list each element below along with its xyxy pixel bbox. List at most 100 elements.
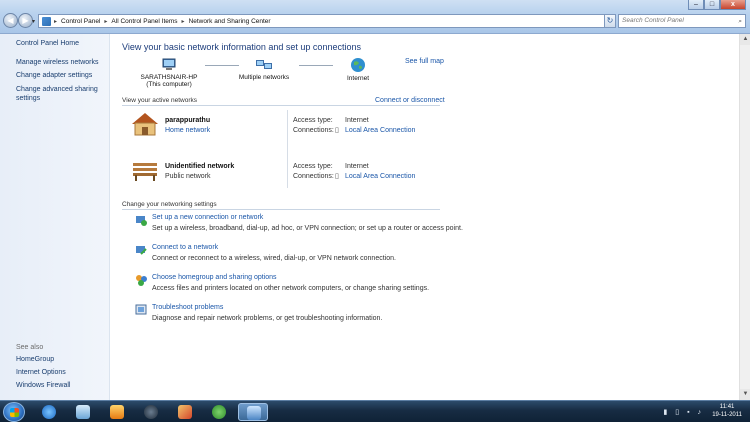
homegroup-icon: [136, 275, 147, 286]
divider: [287, 110, 288, 188]
setup-connection-link[interactable]: Set up a new connection or network: [152, 214, 263, 221]
folder-icon: [76, 405, 90, 419]
access-type-value: Internet: [345, 163, 369, 170]
map-this-computer[interactable]: SARATHSNAIR-HP (This computer): [133, 58, 205, 88]
access-type-label: Access type:: [293, 163, 333, 170]
control-panel-home-link[interactable]: Control Panel Home: [16, 40, 79, 47]
chevron-right-icon[interactable]: ▸: [182, 18, 185, 25]
breadcrumb-all-items[interactable]: All Control Panel Items: [111, 18, 177, 25]
control-panel-icon: [178, 405, 192, 419]
computer-icon: [162, 58, 176, 70]
hp-icon: [144, 405, 158, 419]
ethernet-icon: ▯: [335, 173, 339, 180]
settings-header: Change your networking settings: [122, 201, 217, 208]
media-player-icon: [110, 405, 124, 419]
task-description: Diagnose and repair network problems, or…: [152, 315, 383, 322]
taskbar-utorrent[interactable]: [204, 403, 234, 421]
utorrent-icon: [212, 405, 226, 419]
back-button[interactable]: ◀: [3, 13, 18, 28]
left-pane: Control Panel Home Manage wireless netwo…: [0, 34, 110, 400]
manage-wireless-link[interactable]: Manage wireless networks: [16, 59, 98, 66]
network-name: parappurathu: [165, 117, 211, 124]
main-content: View your basic network information and …: [111, 34, 739, 400]
forward-button[interactable]: ▶: [18, 13, 33, 28]
see-full-map-link[interactable]: See full map: [405, 58, 444, 65]
connect-disconnect-link[interactable]: Connect or disconnect: [375, 97, 445, 104]
control-panel-icon: [42, 16, 51, 26]
clock-date: 19-11-2011: [712, 412, 742, 418]
clock[interactable]: 11:41 19-11-2011: [712, 403, 742, 419]
breadcrumb-network-center[interactable]: Network and Sharing Center: [189, 18, 271, 25]
search-icon[interactable]: ⌕: [738, 16, 742, 28]
change-sharing-link[interactable]: Change advanced sharing settings: [16, 85, 106, 103]
access-type-value: Internet: [345, 117, 369, 124]
recent-pages-dropdown-icon[interactable]: ▾: [32, 18, 35, 25]
maximize-button[interactable]: □: [704, 0, 720, 10]
windows-firewall-link[interactable]: Windows Firewall: [16, 382, 70, 389]
troubleshoot-icon: [135, 304, 147, 315]
window-controls: – □ x: [688, 0, 746, 10]
taskbar: ▮ ▯ ▪ ♪ 11:41 19-11-2011: [0, 400, 750, 422]
taskbar-hp[interactable]: [136, 403, 166, 421]
address-bar[interactable]: ▸ Control Panel ▸ All Control Panel Item…: [38, 14, 608, 28]
chevron-right-icon[interactable]: ▸: [104, 18, 107, 25]
homegroup-options-link[interactable]: Choose homegroup and sharing options: [152, 274, 277, 281]
active-networks-header: View your active networks: [122, 97, 198, 104]
taskbar-network-center[interactable]: [238, 403, 268, 421]
search-placeholder: Search Control Panel: [622, 17, 684, 24]
computer-sub: (This computer): [146, 81, 192, 88]
chevron-right-icon[interactable]: ▸: [54, 18, 57, 25]
map-connector: [299, 65, 333, 66]
divider: [122, 209, 440, 210]
access-type-label: Access type:: [293, 117, 333, 124]
connect-network-link[interactable]: Connect to a network: [152, 244, 218, 251]
taskbar-internet-explorer[interactable]: [34, 403, 64, 421]
troubleshoot-link[interactable]: Troubleshoot problems: [152, 304, 223, 311]
internet-options-link[interactable]: Internet Options: [16, 369, 66, 376]
divider: [122, 105, 440, 106]
connections-label: Connections:: [293, 127, 334, 134]
vertical-scrollbar[interactable]: ▲ ▼: [739, 34, 750, 400]
connections-label: Connections:: [293, 173, 334, 180]
connect-network-icon: [136, 246, 147, 255]
system-tray-icons[interactable]: ▮ ▯ ▪ ♪: [663, 408, 704, 416]
clock-time: 11:41: [719, 404, 735, 410]
taskbar-media-player[interactable]: [102, 403, 132, 421]
taskbar-control-panel[interactable]: [170, 403, 200, 421]
ethernet-icon: ▯: [335, 127, 339, 134]
network-type-link[interactable]: Home network: [165, 127, 210, 134]
homegroup-link[interactable]: HomeGroup: [16, 356, 54, 363]
task-description: Connect or reconnect to a wireless, wire…: [152, 255, 396, 262]
network-icon: [247, 406, 261, 420]
computer-name: SARATHSNAIR-HP: [140, 74, 198, 81]
network-icon: [256, 60, 272, 69]
connection-link[interactable]: Local Area Connection: [345, 173, 415, 180]
taskbar-explorer[interactable]: [68, 403, 98, 421]
breadcrumb-control-panel[interactable]: Control Panel: [61, 18, 100, 25]
page-title: View your basic network information and …: [122, 42, 361, 52]
scroll-down-icon[interactable]: ▼: [740, 389, 750, 400]
windows-logo-icon: [10, 408, 19, 417]
internet-label: Internet: [346, 75, 370, 82]
title-bar: – □ x ◀ ▶ ▾ ▸ Control Panel ▸ All Contro…: [0, 0, 750, 34]
minimize-button[interactable]: –: [688, 0, 704, 10]
task-description: Set up a wireless, broadband, dial-up, a…: [152, 225, 463, 232]
network-name: Unidentified network: [165, 163, 235, 170]
task-description: Access files and printers located on oth…: [152, 285, 430, 292]
change-adapter-link[interactable]: Change adapter settings: [16, 72, 92, 79]
network-type: Public network: [165, 173, 211, 180]
map-internet[interactable]: Internet: [333, 57, 383, 82]
new-connection-icon: [136, 216, 147, 226]
search-input[interactable]: Search Control Panel ⌕: [618, 14, 746, 28]
scroll-up-icon[interactable]: ▲: [740, 34, 750, 45]
park-bench-icon: [133, 163, 157, 181]
see-also-label: See also: [16, 344, 44, 351]
start-button[interactable]: [3, 402, 25, 422]
internet-explorer-icon: [42, 405, 56, 419]
refresh-icon[interactable]: ↻: [604, 14, 616, 28]
house-icon: [132, 113, 158, 136]
connection-link[interactable]: Local Area Connection: [345, 127, 415, 134]
close-button[interactable]: x: [720, 0, 746, 10]
multiple-networks-label: Multiple networks: [238, 74, 290, 81]
map-multiple-networks[interactable]: Multiple networks: [229, 58, 299, 81]
